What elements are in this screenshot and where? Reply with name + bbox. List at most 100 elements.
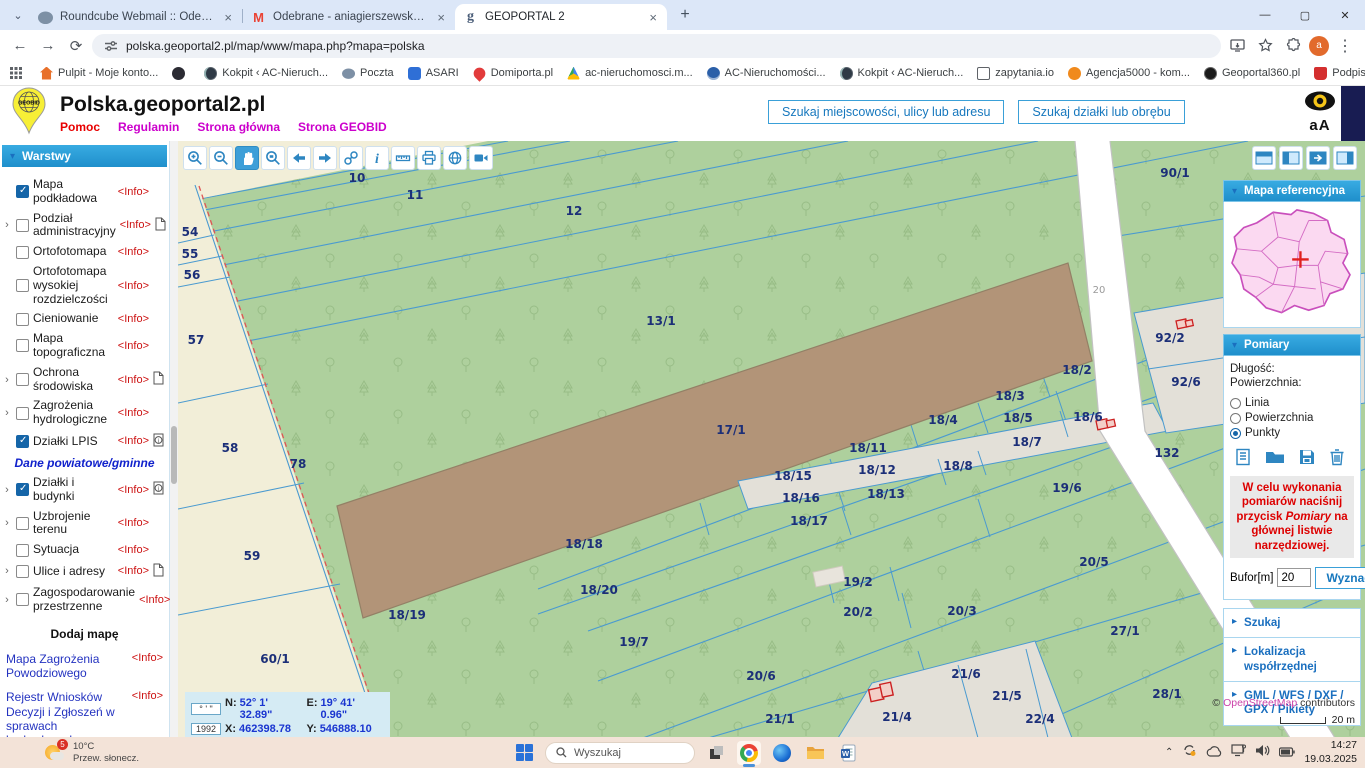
tab-close-icon[interactable]: × (647, 10, 659, 25)
tab-close-icon[interactable]: × (435, 10, 447, 25)
dms-badge[interactable]: ° ' " (191, 703, 221, 715)
tab-search-icon[interactable]: ⌄ (6, 3, 30, 27)
layer-checkbox[interactable] (16, 434, 29, 448)
delete-icon[interactable] (1329, 448, 1345, 469)
layer-info-link[interactable]: <Info> (139, 594, 170, 606)
layer-info-link[interactable]: <Info> (118, 544, 149, 556)
reference-map[interactable] (1223, 202, 1361, 328)
section-lokalizacja[interactable]: ▸ Lokalizacja współrzędnej (1223, 638, 1361, 682)
section-szukaj[interactable]: ▸ Szukaj (1223, 607, 1361, 639)
layer-info-link[interactable]: <Info> (118, 313, 149, 325)
chrome-taskbar-icon[interactable] (737, 740, 761, 767)
layer-checkbox[interactable] (16, 279, 29, 293)
bookmark-item[interactable]: Agencja5000 - kom... (1062, 65, 1196, 82)
map-canvas[interactable]: 20 10 11 12 13/1 17/1 54 55 56 57 58 59 … (178, 141, 1365, 737)
bookmark-item[interactable]: ac-nieruchomosci.m... (561, 65, 699, 82)
bookmark-star-icon[interactable] (1253, 34, 1277, 58)
volume-tray-icon[interactable] (1255, 744, 1270, 762)
extensions-icon[interactable] (1281, 34, 1305, 58)
layer-checkbox[interactable] (16, 564, 29, 578)
layer-info-link[interactable]: <Info> (118, 484, 149, 496)
reload-button[interactable]: ⟳ (64, 34, 88, 58)
expand-icon[interactable]: › (2, 484, 12, 496)
window-minimize-button[interactable]: — (1245, 0, 1285, 30)
globe-button[interactable] (443, 146, 467, 170)
osm-link[interactable]: OpenStreetMap (1223, 697, 1297, 709)
layer-info-link[interactable]: <Info> (118, 280, 149, 292)
bookmark-item[interactable]: zapytania.io (971, 65, 1060, 82)
weather-widget[interactable]: 5 10°C Przew. słonecz. (44, 738, 139, 765)
bookmark-item[interactable]: Podpisz dokument... (1308, 65, 1365, 82)
bookmark-item[interactable]: Kokpit ‹ AC-Nieruch... (834, 65, 970, 82)
expand-icon[interactable]: › (2, 565, 12, 577)
layer-info-link[interactable]: <Info> (118, 565, 149, 577)
bookmark-item[interactable]: Geoportal360.pl (1198, 65, 1306, 82)
sidebar-scrollbar[interactable] (170, 141, 178, 737)
back-button[interactable]: ← (8, 34, 32, 58)
tray-expand-chevron[interactable]: ⌃ (1165, 747, 1173, 758)
legend-doc-icon[interactable] (155, 217, 167, 234)
tab-close-icon[interactable]: × (222, 10, 234, 25)
buffer-apply-button[interactable]: Wyznacz (1315, 566, 1365, 589)
display-tray-icon[interactable] (1231, 743, 1247, 762)
print-button[interactable] (417, 146, 441, 170)
radio-line[interactable]: Linia (1230, 397, 1269, 409)
search-parcel-button[interactable]: Szukaj działki lub obrębu (1018, 100, 1185, 124)
menu-pomoc[interactable]: Pomoc (60, 120, 100, 134)
profile-avatar[interactable]: a (1309, 35, 1329, 56)
new-tab-button[interactable]: + (673, 3, 697, 27)
layer-checkbox[interactable] (16, 185, 29, 199)
radio-points[interactable]: Punkty (1230, 427, 1280, 439)
layer-info-link[interactable]: <Info> (118, 246, 149, 258)
measurements-header[interactable]: ▾ Pomiary (1223, 334, 1361, 356)
radio-area[interactable]: Powierzchnia (1230, 412, 1313, 424)
report-icon[interactable] (1234, 448, 1252, 469)
layer-info-link[interactable]: <Info> (118, 517, 149, 529)
layer-checkbox[interactable] (16, 312, 29, 326)
crs-badge[interactable]: 1992 (191, 723, 221, 735)
menu-regulamin[interactable]: Regulamin (118, 120, 179, 134)
toggle-top-panel-button[interactable] (1252, 146, 1276, 170)
zoom-out-button[interactable] (209, 146, 233, 170)
expand-right-panel-button[interactable] (1306, 146, 1330, 170)
tab-geoportal-active[interactable]: g GEOPORTAL 2 × (455, 4, 667, 30)
layer-checkbox[interactable] (16, 593, 29, 607)
menu-strona-geobid[interactable]: Strona GEOBID (298, 120, 387, 134)
scrollbar-thumb[interactable] (171, 426, 177, 484)
bookmark-item[interactable]: Pulpit - Moje konto... (34, 65, 164, 82)
legend-doc-icon[interactable] (153, 563, 165, 580)
info-tool-button[interactable]: i (365, 146, 389, 170)
layer-info-link[interactable]: <Info> (118, 186, 149, 198)
taskbar-search[interactable]: Wyszukaj (545, 741, 695, 764)
font-size-toggle[interactable]: aA (1303, 117, 1337, 134)
search-address-button[interactable]: Szukaj miejscowości, ulicy lub adresu (768, 100, 1005, 124)
menu-strona-glowna[interactable]: Strona główna (197, 120, 280, 134)
legend-info-doc-icon[interactable]: i (153, 481, 165, 498)
taskbar-clock[interactable]: 14:27 19.03.2025 (1304, 739, 1357, 766)
bookmark-item[interactable]: Domiporta.pl (467, 64, 559, 82)
stream-view-button[interactable] (469, 146, 493, 170)
reference-map-header[interactable]: ▾ Mapa referencyjna (1223, 180, 1361, 202)
layer-info-link[interactable]: <Info> (118, 407, 149, 419)
measure-tool-button[interactable] (391, 146, 415, 170)
layer-checkbox[interactable] (16, 483, 29, 497)
flood-map-link[interactable]: Mapa Zagrożenia Powodziowego (6, 652, 128, 681)
layer-info-link[interactable]: <Info> (132, 652, 163, 664)
bookmark-item[interactable]: Poczta (336, 65, 400, 82)
layer-checkbox[interactable] (16, 339, 29, 353)
forward-button[interactable]: → (36, 34, 60, 58)
edge-taskbar-icon[interactable] (770, 741, 794, 765)
window-close-button[interactable]: ✕ (1325, 0, 1365, 30)
link-button[interactable] (339, 146, 363, 170)
layer-info-link[interactable]: <Info> (120, 219, 151, 231)
toggle-left-panel-button[interactable] (1279, 146, 1303, 170)
bookmark-item[interactable]: Kokpit ‹ AC-Nieruch... (198, 65, 334, 82)
expand-icon[interactable]: › (2, 219, 12, 231)
toggle-right-panel-button[interactable] (1333, 146, 1357, 170)
previous-view-button[interactable] (287, 146, 311, 170)
expand-icon[interactable]: › (2, 374, 12, 386)
buffer-input[interactable] (1277, 568, 1312, 588)
task-view-button[interactable] (704, 741, 728, 765)
word-document-icon[interactable]: W (836, 741, 860, 765)
layer-checkbox[interactable] (16, 245, 29, 259)
